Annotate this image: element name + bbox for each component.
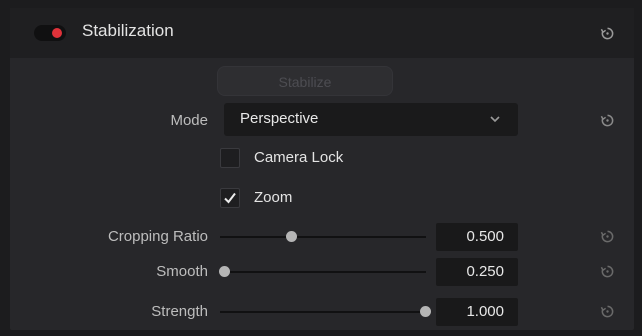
toggle-indicator — [52, 28, 62, 38]
chevron-down-icon — [490, 116, 500, 123]
zoom-checkbox[interactable] — [220, 188, 240, 208]
cropping-ratio-label: Cropping Ratio — [107, 228, 208, 245]
smooth-reset-icon[interactable] — [598, 262, 616, 280]
cropping-ratio-track[interactable] — [220, 236, 426, 238]
zoom-label: Zoom — [254, 189, 293, 206]
smooth-value[interactable]: 0.250 — [436, 258, 518, 286]
camera-lock-checkbox[interactable] — [220, 148, 240, 168]
strength-value[interactable]: 1.000 — [436, 298, 518, 326]
strength-thumb[interactable] — [420, 306, 431, 317]
cropping-ratio-thumb[interactable] — [286, 231, 297, 242]
stabilize-button[interactable]: Stabilize — [217, 66, 393, 96]
panel-title: Stabilization — [82, 21, 174, 40]
stabilization-panel: Stabilization Stabilize Mode Perspective… — [10, 8, 634, 330]
checkmark-icon — [224, 192, 236, 204]
panel-header: Stabilization — [10, 8, 634, 58]
mode-reset-icon[interactable] — [598, 111, 616, 129]
mode-value: Perspective — [240, 110, 319, 127]
cropping-ratio-reset-icon[interactable] — [598, 227, 616, 245]
header-reset-icon[interactable] — [598, 24, 616, 42]
smooth-label: Smooth — [156, 263, 208, 280]
strength-label: Strength — [151, 303, 208, 320]
strength-reset-icon[interactable] — [598, 302, 616, 320]
strength-track[interactable] — [220, 311, 426, 313]
cropping-ratio-value[interactable]: 0.500 — [436, 223, 518, 251]
smooth-thumb[interactable] — [219, 266, 230, 277]
mode-label: Mode — [170, 112, 208, 129]
enable-toggle[interactable] — [34, 25, 66, 41]
smooth-track[interactable] — [220, 271, 426, 273]
mode-select[interactable]: Perspective — [224, 103, 518, 136]
camera-lock-label: Camera Lock — [254, 149, 344, 166]
